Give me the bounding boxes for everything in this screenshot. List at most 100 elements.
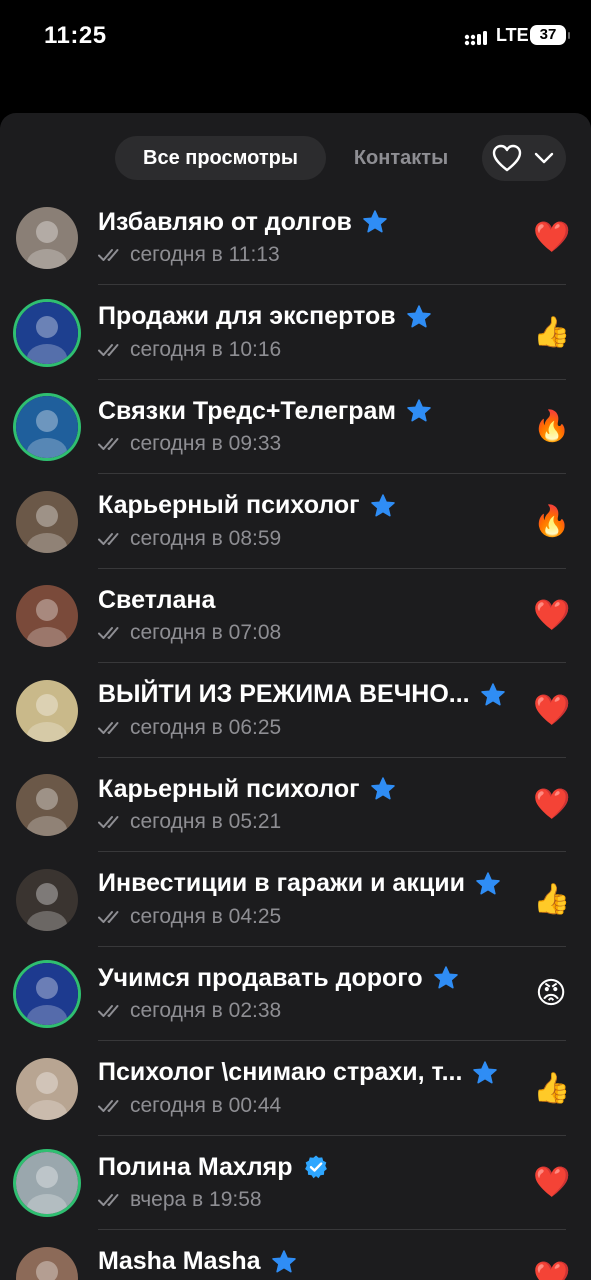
double-check-icon bbox=[98, 532, 119, 545]
viewer-name-line: Полина Махляр bbox=[98, 1152, 329, 1182]
viewed-time: сегодня в 04:25 bbox=[130, 904, 282, 928]
chevron-down-icon bbox=[534, 152, 554, 164]
viewer-name-line: ВЫЙТИ ИЗ РЕЖИМА ВЕЧНО... bbox=[98, 680, 506, 710]
reaction-emoji: 👍 bbox=[533, 882, 571, 916]
avatar[interactable] bbox=[16, 1057, 78, 1120]
viewers-sheet: Все просмотры Контакты Избавляю от долго… bbox=[0, 113, 591, 1280]
avatar[interactable] bbox=[16, 1152, 78, 1214]
tab-contacts[interactable]: Контакты bbox=[332, 136, 470, 180]
viewed-time-line: сегодня в 09:33 bbox=[98, 431, 281, 457]
viewed-time-line: сегодня в 10:16 bbox=[98, 337, 281, 363]
premium-star-icon bbox=[480, 682, 505, 705]
viewed-time-line: сегодня в 06:25 bbox=[98, 715, 281, 741]
viewer-name-line: Карьерный психолог bbox=[98, 491, 396, 521]
double-check-icon bbox=[98, 1005, 119, 1017]
viewer-name-line: Связки Тредс+Телеграм bbox=[98, 396, 432, 426]
viewer-row[interactable]: Психолог \снимаю страхи, т... сегодня в 0… bbox=[0, 1042, 591, 1136]
viewer-row[interactable]: Учимся продавать дорого сегодня в 02:38 😡 bbox=[0, 947, 591, 1041]
viewed-time-line: сегодня в 07:08 bbox=[98, 620, 281, 646]
premium-star-icon bbox=[370, 777, 395, 800]
viewer-row[interactable]: ВЫЙТИ ИЗ РЕЖИМА ВЕЧНО... сегодня в 06:25 ❤… bbox=[0, 664, 591, 758]
reaction-emoji: ❤️ bbox=[533, 788, 571, 821]
avatar[interactable] bbox=[16, 1246, 78, 1280]
avatar[interactable] bbox=[16, 585, 78, 647]
viewer-row[interactable]: Продажи для экспертов сегодня в 10:16 👍 bbox=[0, 286, 591, 380]
reaction-filter-button[interactable] bbox=[482, 135, 566, 181]
double-check-icon bbox=[98, 249, 119, 261]
viewed-time-line: сегодня в 05:21 bbox=[98, 809, 281, 835]
premium-star-icon bbox=[363, 210, 387, 233]
viewed-time: сегодня в 00:44 bbox=[130, 1093, 282, 1117]
reaction-emoji: ❤️ bbox=[533, 599, 571, 632]
verified-badge-icon bbox=[304, 1155, 327, 1179]
premium-star-icon bbox=[406, 304, 431, 327]
viewer-name: Полина Махляр bbox=[98, 1152, 293, 1181]
viewer-name-line: Карьерный психолог bbox=[98, 774, 396, 804]
viewed-time-line: сегодня в 00:44 bbox=[98, 1093, 281, 1119]
viewer-name: Связки Тредс+Телеграм bbox=[98, 396, 396, 425]
viewer-name-line: Светлана bbox=[98, 585, 215, 615]
viewed-time: сегодня в 08:59 bbox=[130, 526, 282, 550]
avatar[interactable] bbox=[16, 868, 78, 931]
viewer-name-line: Учимся продавать дорого bbox=[98, 963, 459, 993]
viewer-row[interactable]: Инвестиции в гаражи и акции сегодня в 04:… bbox=[0, 853, 591, 947]
viewed-time-line: вчера в 19:58 bbox=[98, 1187, 262, 1213]
viewer-row[interactable]: Карьерный психолог сегодня в 05:21 ❤️ bbox=[0, 758, 591, 852]
viewer-name: ВЫЙТИ ИЗ РЕЖИМА ВЕЧНО... bbox=[98, 680, 470, 708]
avatar[interactable] bbox=[16, 207, 78, 269]
reaction-emoji: 👍 bbox=[533, 1071, 571, 1105]
battery-icon: 37 bbox=[530, 25, 570, 45]
viewer-name: Карьерный психолог bbox=[98, 491, 360, 519]
viewer-row[interactable]: Полина Махляр вчера в 19:58 ❤️ bbox=[0, 1136, 591, 1230]
view-tabs: Все просмотры Контакты bbox=[0, 113, 591, 203]
viewed-time: сегодня в 07:08 bbox=[130, 621, 282, 644]
premium-star-icon bbox=[476, 871, 500, 894]
reaction-emoji: 😡 bbox=[535, 977, 567, 1010]
viewer-name: Светлана bbox=[98, 585, 216, 614]
network-type: LTE bbox=[496, 25, 529, 45]
viewed-time: сегодня в 10:16 bbox=[130, 337, 282, 361]
viewed-time: сегодня в 11:13 bbox=[130, 243, 280, 266]
viewer-row[interactable]: Связки Тредс+Телеграм сегодня в 09:33 🔥 bbox=[0, 380, 591, 474]
viewed-time: сегодня в 02:38 bbox=[130, 999, 282, 1022]
viewed-time: сегодня в 05:21 bbox=[130, 810, 282, 833]
viewer-name: Инвестиции в гаражи и акции bbox=[98, 869, 465, 897]
viewed-time-line: сегодня в 08:59 bbox=[98, 526, 281, 552]
viewed-time: сегодня в 06:25 bbox=[130, 715, 282, 739]
reaction-emoji: ❤️ bbox=[533, 1166, 571, 1199]
viewer-row[interactable]: Избавляю от долгов сегодня в 11:13 ❤️ bbox=[0, 191, 591, 285]
viewer-name-line: Психолог \снимаю страхи, т... bbox=[98, 1058, 498, 1088]
viewer-name-line: Продажи для экспертов bbox=[98, 302, 432, 332]
avatar[interactable] bbox=[16, 301, 78, 364]
premium-star-icon bbox=[271, 1249, 296, 1272]
avatar[interactable] bbox=[16, 679, 78, 742]
status-time: 11:25 bbox=[44, 22, 107, 49]
premium-star-icon bbox=[473, 1060, 498, 1083]
double-check-icon bbox=[98, 438, 119, 450]
reaction-emoji: ❤️ bbox=[533, 1260, 571, 1280]
avatar[interactable] bbox=[16, 396, 78, 458]
viewed-time-line: сегодня в 04:25 bbox=[98, 904, 281, 930]
reaction-emoji: 👍 bbox=[533, 315, 571, 349]
viewer-name-line: Инвестиции в гаражи и акции bbox=[98, 869, 501, 899]
signal-icon bbox=[464, 31, 487, 46]
reaction-emoji: 🔥 bbox=[533, 504, 571, 538]
viewed-time-line: сегодня в 02:38 bbox=[98, 998, 281, 1024]
viewer-name-line: Masha Masha bbox=[98, 1247, 297, 1277]
double-check-icon bbox=[98, 910, 119, 923]
double-check-icon bbox=[98, 1194, 119, 1206]
viewer-row[interactable]: Masha Masha ❤️ bbox=[0, 1231, 591, 1280]
avatar[interactable] bbox=[16, 490, 78, 553]
tab-all-views[interactable]: Все просмотры bbox=[115, 136, 326, 180]
avatar[interactable] bbox=[16, 774, 78, 836]
viewed-time: вчера в 19:58 bbox=[130, 1188, 262, 1211]
double-check-icon bbox=[98, 627, 119, 639]
premium-star-icon bbox=[407, 399, 431, 422]
viewer-row[interactable]: Светлана сегодня в 07:08 ❤️ bbox=[0, 569, 591, 663]
viewer-row[interactable]: Карьерный психолог сегодня в 08:59 🔥 bbox=[0, 475, 591, 569]
avatar[interactable] bbox=[16, 963, 78, 1025]
viewed-time: сегодня в 09:33 bbox=[130, 432, 282, 455]
viewer-name-line: Избавляю от долгов bbox=[98, 207, 388, 237]
reaction-emoji: 🔥 bbox=[533, 410, 571, 443]
viewer-name: Психолог \снимаю страхи, т... bbox=[98, 1058, 463, 1086]
